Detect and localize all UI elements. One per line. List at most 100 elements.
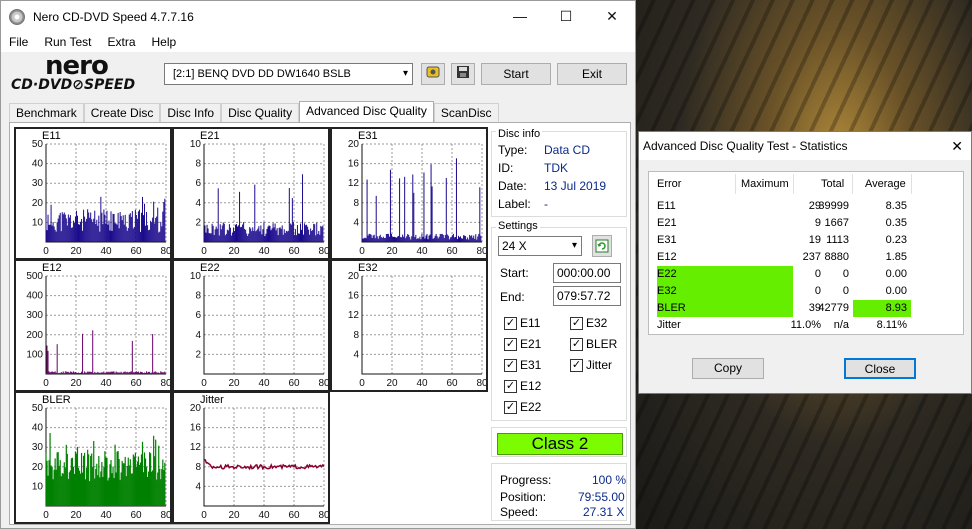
x-tick-label: 20 bbox=[70, 246, 82, 257]
tab-disc-info[interactable]: Disc Info bbox=[160, 103, 222, 123]
maximize-button[interactable]: ☐ bbox=[543, 1, 589, 32]
y-tick-label: 20 bbox=[32, 198, 44, 209]
statistics-title: Advanced Disc Quality Test - Statistics bbox=[643, 139, 848, 153]
tab-create-disc[interactable]: Create Disc bbox=[83, 103, 161, 123]
main-window: Nero CD-DVD Speed 4.7.7.16 — ☐ ✕ File Ru… bbox=[0, 0, 636, 529]
checkbox-e21[interactable]: ✓ E21 bbox=[504, 337, 541, 351]
checkbox-bler[interactable]: ✓ BLER bbox=[570, 337, 617, 351]
table-row: E12 237 8880 1.85 bbox=[649, 249, 965, 266]
x-tick-label: 80 bbox=[318, 510, 328, 521]
disc-type-value: Data CD bbox=[544, 143, 591, 157]
x-tick-label: 0 bbox=[201, 246, 207, 257]
chart-title: E21 bbox=[200, 130, 220, 142]
exit-button[interactable]: Exit bbox=[557, 63, 627, 85]
x-tick-label: 60 bbox=[288, 510, 300, 521]
start-time-input[interactable]: 000:00.00 bbox=[553, 263, 621, 283]
checkbox-jitter-label: Jitter bbox=[586, 358, 613, 372]
start-button[interactable]: Start bbox=[481, 63, 551, 85]
checkmark-icon: ✓ bbox=[504, 379, 517, 393]
column-header[interactable]: Average bbox=[865, 178, 906, 190]
x-tick-label: 0 bbox=[201, 510, 207, 521]
y-tick-label: 6 bbox=[195, 178, 201, 189]
checkbox-e31[interactable]: ✓ E31 bbox=[504, 358, 541, 372]
logo-speed-text: CD·DVD⊘SPEED bbox=[11, 77, 136, 93]
end-time-input[interactable]: 079:57.72 bbox=[553, 286, 621, 306]
column-header[interactable]: Total bbox=[821, 178, 844, 190]
row-highlight bbox=[657, 283, 793, 300]
close-dialog-button[interactable]: Close bbox=[844, 358, 916, 379]
x-tick-label: 60 bbox=[446, 378, 458, 389]
table-cell: 0 bbox=[842, 268, 849, 280]
minimize-button[interactable]: — bbox=[497, 1, 543, 32]
checkbox-jitter[interactable]: ✓ Jitter bbox=[570, 358, 612, 372]
x-tick-label: 0 bbox=[43, 510, 49, 521]
table-cell: E11 bbox=[657, 200, 676, 212]
y-tick-label: 20 bbox=[32, 462, 44, 473]
menu-extra[interactable]: Extra bbox=[99, 35, 143, 49]
table-cell: BLER bbox=[657, 302, 686, 314]
refresh-icon bbox=[595, 239, 609, 253]
tab-disc-quality[interactable]: Disc Quality bbox=[221, 103, 300, 123]
y-tick-label: 40 bbox=[32, 159, 44, 170]
x-tick-label: 60 bbox=[130, 246, 142, 257]
table-cell: E32 bbox=[657, 285, 677, 297]
table-row: BLER 39 42779 8.93 bbox=[649, 300, 965, 317]
copy-button[interactable]: Copy bbox=[692, 358, 764, 379]
chart-e12: 500 400 300 200 100 0 20 40 60 80 E12 bbox=[14, 259, 172, 392]
column-header[interactable]: Maximum bbox=[741, 178, 789, 190]
y-tick-label: 8 bbox=[195, 159, 201, 170]
menu-file[interactable]: File bbox=[1, 35, 36, 49]
table-cell: E12 bbox=[657, 251, 677, 263]
tab-advanced-disc-quality[interactable]: Advanced Disc Quality bbox=[299, 101, 434, 123]
drive-info-button[interactable] bbox=[421, 63, 445, 85]
y-tick-label: 30 bbox=[32, 442, 44, 453]
menu-run-test[interactable]: Run Test bbox=[36, 35, 99, 49]
speed-select[interactable]: 24 X ▾ bbox=[498, 236, 582, 256]
tab-scandisc[interactable]: ScanDisc bbox=[433, 103, 499, 123]
x-tick-label: 20 bbox=[70, 378, 82, 389]
checkbox-e12[interactable]: ✓ E12 bbox=[504, 379, 541, 393]
chevron-down-icon: ▾ bbox=[402, 68, 408, 79]
tab-content: 50 40 30 20 10 0 20 40 60 80 E11 10 8 6 4 2 0 20 40 60 80 E21… bbox=[9, 122, 631, 525]
checkbox-e32[interactable]: ✓ E32 bbox=[570, 316, 607, 330]
checkbox-e11-label: E11 bbox=[520, 316, 541, 330]
chart-e22: 10 8 6 4 2 0 20 40 60 80 E22 bbox=[172, 259, 330, 392]
checkmark-icon: ✓ bbox=[504, 358, 517, 372]
y-tick-label: 6 bbox=[195, 310, 201, 321]
drive-select[interactable]: [2:1] BENQ DVD DD DW1640 BSLB ▾ bbox=[164, 63, 413, 85]
menu-help[interactable]: Help bbox=[144, 35, 185, 49]
x-tick-label: 20 bbox=[386, 246, 398, 257]
tab-benchmark[interactable]: Benchmark bbox=[9, 103, 84, 123]
close-icon[interactable]: ✕ bbox=[951, 132, 963, 160]
disc-type-label: Type: bbox=[498, 143, 528, 157]
x-tick-label: 40 bbox=[258, 246, 270, 257]
checkbox-e11[interactable]: ✓ E11 bbox=[504, 316, 540, 330]
drive-select-value: [2:1] BENQ DVD DD DW1640 BSLB bbox=[173, 68, 351, 80]
x-tick-label: 20 bbox=[70, 510, 82, 521]
x-tick-label: 20 bbox=[228, 378, 240, 389]
x-tick-label: 60 bbox=[446, 246, 458, 257]
x-tick-label: 60 bbox=[130, 378, 142, 389]
y-tick-label: 16 bbox=[348, 159, 360, 170]
table-cell: 1.85 bbox=[885, 251, 907, 263]
close-button[interactable]: ✕ bbox=[589, 1, 635, 32]
table-cell: 11.0% bbox=[790, 319, 821, 331]
column-header[interactable]: Error bbox=[657, 178, 681, 190]
refresh-speed-button[interactable] bbox=[592, 235, 612, 257]
chart-title: E22 bbox=[200, 262, 220, 274]
y-tick-label: 40 bbox=[32, 423, 44, 434]
x-tick-label: 80 bbox=[160, 510, 170, 521]
table-row: E22 0 0 0.00 bbox=[649, 266, 965, 283]
table-cell: 39999 bbox=[818, 200, 849, 212]
statistics-table: Error Maximum Total Average E11 29 39999 8.35 E2… bbox=[648, 171, 964, 335]
table-cell: 0 bbox=[814, 268, 821, 280]
checkbox-e22[interactable]: ✓ E22 bbox=[504, 400, 541, 414]
chart-plot: 201612840 20 40 60 80 bbox=[190, 403, 328, 521]
chart-title: BLER bbox=[42, 394, 71, 406]
y-tick-label: 10 bbox=[32, 217, 44, 228]
tab-strip: Benchmark Create Disc Disc Info Disc Qua… bbox=[9, 101, 499, 123]
y-tick-label: 16 bbox=[348, 291, 360, 302]
save-button[interactable] bbox=[451, 63, 475, 85]
cd-icon bbox=[9, 8, 25, 25]
chart-title: E12 bbox=[42, 262, 62, 274]
